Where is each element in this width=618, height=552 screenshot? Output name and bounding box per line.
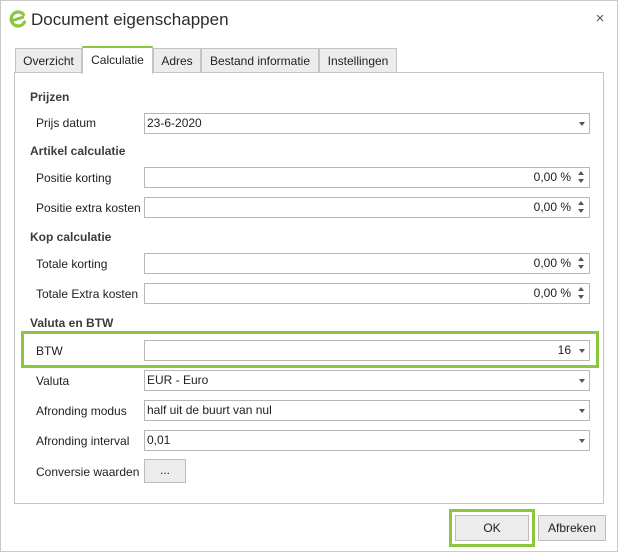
btw-label: BTW [36,344,63,358]
tab-calculatie[interactable]: Calculatie [82,46,153,74]
positie-extra-kosten-input[interactable]: 0,00 % [144,197,590,218]
afronding-interval-value: 0,01 [147,433,171,447]
title-bar: Document eigenschappen × [1,1,617,39]
section-kop-calculatie: Kop calculatie [30,230,112,244]
afronding-modus-label: Afronding modus [36,404,127,418]
positie-korting-label: Positie korting [36,171,112,185]
prijs-datum-label: Prijs datum [36,116,97,130]
spinner-icon[interactable] [578,256,586,271]
section-prijzen: Prijzen [30,90,70,104]
chevron-down-icon[interactable] [579,349,585,353]
chevron-down-icon[interactable] [579,439,585,443]
totale-extra-kosten-input[interactable]: 0,00 % [144,283,590,304]
totale-korting-input[interactable]: 0,00 % [144,253,590,274]
valuta-dropdown[interactable]: EUR - Euro [144,370,590,391]
totale-korting-value: 0,00 % [533,256,571,270]
chevron-down-icon[interactable] [579,122,585,126]
valuta-label: Valuta [36,374,70,388]
prijs-datum-value: 23-6-2020 [147,116,202,130]
positie-extra-kosten-label: Positie extra kosten [36,201,141,215]
positie-korting-value: 0,00 % [533,170,571,184]
tab-bestand-informatie[interactable]: Bestand informatie [201,48,319,74]
positie-extra-kosten-value: 0,00 % [533,200,571,214]
totale-extra-kosten-label: Totale Extra kosten [36,287,139,301]
positie-korting-input[interactable]: 0,00 % [144,167,590,188]
afronding-interval-label: Afronding interval [36,434,130,448]
cancel-button[interactable]: Afbreken [538,515,606,541]
totale-extra-kosten-value: 0,00 % [533,286,571,300]
afronding-modus-value: half uit de buurt van nul [147,403,272,417]
section-artikel-calculatie: Artikel calculatie [30,144,126,158]
dialog-title: Document eigenschappen [31,10,229,29]
conversie-waarden-button[interactable]: ... [144,459,186,483]
chevron-down-icon[interactable] [579,409,585,413]
spinner-icon[interactable] [578,170,586,185]
tab-adres[interactable]: Adres [153,48,201,74]
totale-korting-label: Totale korting [36,257,108,271]
section-valuta-en-btw: Valuta en BTW [30,316,114,330]
afronding-modus-dropdown[interactable]: half uit de buurt van nul [144,400,590,421]
chevron-down-icon[interactable] [579,379,585,383]
afronding-interval-dropdown[interactable]: 0,01 [144,430,590,451]
valuta-value: EUR - Euro [147,373,209,387]
prijs-datum-dropdown[interactable]: 23-6-2020 [144,113,590,134]
tab-instellingen[interactable]: Instellingen [319,48,397,74]
btw-value: 16 [557,343,571,357]
ok-button[interactable]: OK [455,515,529,541]
spinner-icon[interactable] [578,200,586,215]
close-icon[interactable]: × [589,9,611,29]
app-logo-icon [9,10,27,28]
tab-overzicht[interactable]: Overzicht [15,48,82,74]
spinner-icon[interactable] [578,286,586,301]
conversie-waarden-label: Conversie waarden [36,465,140,479]
document-properties-dialog: Document eigenschappen × Overzicht Calcu… [0,0,618,552]
btw-dropdown[interactable]: 16 [144,340,590,361]
